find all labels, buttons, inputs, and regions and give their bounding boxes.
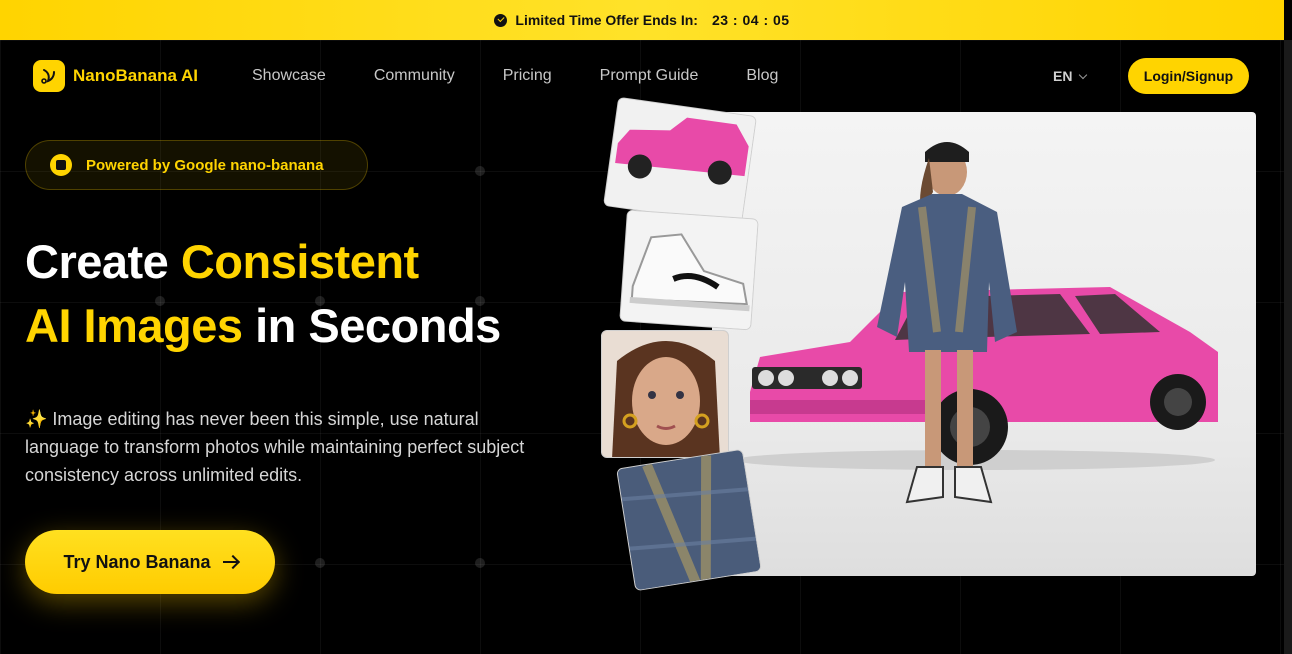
countdown-timer: 23 : 04 : 05 — [711, 12, 790, 28]
hero-headline: Create Consistent AI Images in Seconds — [25, 230, 501, 358]
nav-link-prompt-guide[interactable]: Prompt Guide — [600, 67, 699, 85]
nav-link-showcase[interactable]: Showcase — [252, 67, 326, 85]
headline-highlight: AI Images — [25, 299, 243, 352]
hero-subtitle: ✨ Image editing has never been this simp… — [25, 409, 525, 485]
car-thumb-illustration — [603, 97, 757, 226]
nav-links: Showcase Community Pricing Prompt Guide … — [252, 67, 778, 85]
headline-text: Create — [25, 235, 181, 288]
brand-name: NanoBanana AI — [73, 66, 199, 85]
clock-check-icon — [494, 13, 508, 27]
try-nano-banana-button[interactable]: Try Nano Banana — [25, 530, 275, 594]
promo-banner: Limited Time Offer Ends In: 23 : 04 : 05 — [0, 0, 1284, 40]
brand-logo[interactable]: NanoBanana AI — [33, 60, 198, 92]
jacket-thumb-illustration — [617, 449, 762, 592]
thumbnail-denim-jacket[interactable] — [616, 448, 762, 592]
headline-highlight: Consistent — [180, 235, 419, 288]
sneaker-thumb-illustration — [620, 210, 759, 331]
thumbnail-pink-car[interactable] — [603, 96, 757, 226]
thumbnail-sneaker[interactable] — [619, 209, 759, 331]
chevron-down-icon — [1079, 70, 1088, 79]
language-label: EN — [1053, 68, 1073, 84]
headline-text: in Seconds — [242, 299, 501, 352]
portrait-thumb-illustration — [602, 331, 728, 457]
thumbnail-portrait[interactable] — [601, 330, 729, 458]
login-signup-button[interactable]: Login/Signup — [1128, 58, 1249, 94]
language-selector[interactable]: EN — [1053, 68, 1088, 84]
page-scrollbar[interactable] — [1284, 40, 1292, 654]
grid-dot — [315, 558, 325, 568]
nav-link-pricing[interactable]: Pricing — [503, 67, 552, 85]
banana-logo-icon — [33, 60, 65, 92]
promo-label: Limited Time Offer Ends In: — [515, 12, 698, 28]
nav-link-blog[interactable]: Blog — [746, 67, 778, 85]
chip-icon — [50, 154, 72, 176]
nav-link-community[interactable]: Community — [374, 67, 455, 85]
badge-text: Powered by Google nano-banana — [86, 156, 324, 174]
grid-dot — [475, 166, 485, 176]
grid-dot — [475, 558, 485, 568]
cta-label: Try Nano Banana — [63, 551, 211, 572]
showcase-main-image — [712, 112, 1256, 576]
arrow-right-icon — [222, 561, 237, 563]
model-person-illustration — [877, 142, 1017, 504]
powered-by-badge: Powered by Google nano-banana — [25, 140, 368, 190]
